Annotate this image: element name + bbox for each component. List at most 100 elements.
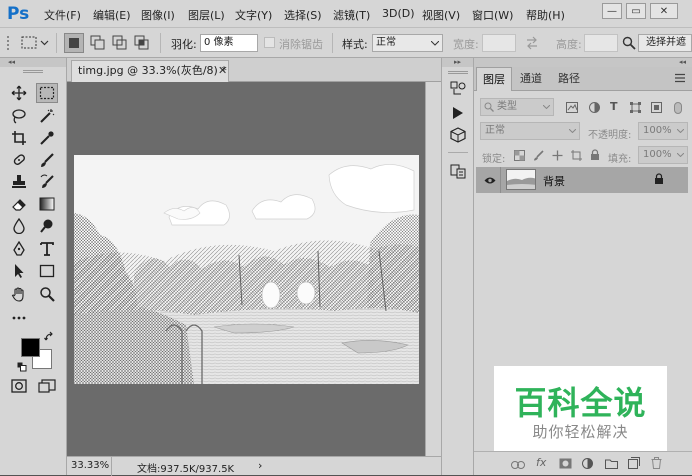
- intersect-selection-icon[interactable]: [132, 33, 152, 53]
- eraser-tool-icon[interactable]: [8, 194, 30, 214]
- gradient-tool-icon[interactable]: [36, 194, 58, 214]
- filter-type-icon[interactable]: T: [610, 100, 618, 113]
- swap-arrows-icon[interactable]: [525, 36, 539, 50]
- default-colors-icon[interactable]: [17, 362, 27, 372]
- new-group-icon[interactable]: [605, 458, 618, 472]
- brush-tool-icon[interactable]: [36, 150, 58, 170]
- menu-view[interactable]: 视图(V): [422, 7, 460, 23]
- filter-pixel-icon[interactable]: [566, 102, 578, 116]
- canvas-image[interactable]: [74, 155, 419, 384]
- width-input[interactable]: [482, 34, 516, 52]
- pen-tool-icon[interactable]: [8, 239, 30, 259]
- dock-collapse-handle[interactable]: ▸▸: [442, 58, 473, 67]
- marquee-tool-icon[interactable]: [36, 83, 58, 103]
- filter-toggle-switch[interactable]: [674, 102, 682, 114]
- lock-artboard-icon[interactable]: [571, 150, 582, 164]
- delete-layer-icon[interactable]: [651, 457, 662, 472]
- menu-file[interactable]: 文件(F): [44, 7, 81, 23]
- dodge-tool-icon[interactable]: [36, 216, 58, 236]
- visibility-eye-icon[interactable]: [484, 175, 496, 188]
- close-tab-icon[interactable]: ✕: [218, 61, 227, 81]
- restore-button[interactable]: ▭: [626, 3, 646, 19]
- magic-wand-tool-icon[interactable]: [36, 106, 58, 126]
- fill-input[interactable]: 100%: [638, 146, 688, 164]
- status-menu-arrow[interactable]: ›: [258, 459, 262, 472]
- blur-tool-icon[interactable]: [8, 216, 30, 236]
- new-layer-icon[interactable]: [628, 457, 640, 472]
- lock-pixels-icon[interactable]: [533, 150, 544, 164]
- blend-mode-select[interactable]: 正常: [480, 122, 580, 140]
- tab-channels[interactable]: 通道: [514, 67, 548, 91]
- layers-panel-collapse[interactable]: ◂◂: [474, 58, 692, 67]
- select-and-mask-button[interactable]: 选择并遮: [638, 34, 692, 52]
- tool-preset-picker[interactable]: [20, 34, 50, 52]
- filter-smart-object-icon[interactable]: [651, 102, 662, 116]
- document-tab[interactable]: timg.jpg @ 33.3%(灰色/8) * ✕: [71, 60, 229, 82]
- adjustment-layer-icon[interactable]: [582, 458, 593, 472]
- height-input[interactable]: [584, 34, 618, 52]
- properties-panel-icon[interactable]: [449, 162, 467, 180]
- layer-style-fx-icon[interactable]: fx: [536, 456, 546, 469]
- menu-edit[interactable]: 编辑(E): [93, 7, 131, 23]
- lock-transparent-icon[interactable]: [514, 150, 525, 164]
- filter-adjustment-icon[interactable]: [589, 102, 600, 116]
- actions-play-icon[interactable]: [449, 104, 467, 122]
- healing-brush-tool-icon[interactable]: [8, 150, 30, 170]
- close-window-button[interactable]: ✕: [650, 3, 678, 19]
- filter-kind-select[interactable]: 类型: [480, 98, 554, 116]
- separator: [160, 33, 161, 53]
- swap-colors-icon[interactable]: [44, 331, 56, 343]
- crop-tool-icon[interactable]: [8, 128, 30, 148]
- layer-name[interactable]: 背景: [543, 173, 565, 189]
- menu-image[interactable]: 图像(I): [141, 7, 175, 23]
- tab-layers[interactable]: 图层: [476, 67, 512, 91]
- lock-all-icon[interactable]: [590, 149, 600, 164]
- style-select[interactable]: 正常: [372, 34, 443, 52]
- history-brush-tool-icon[interactable]: [36, 172, 58, 192]
- chevron-down-icon: [431, 41, 439, 46]
- panel-menu-icon[interactable]: [674, 73, 686, 86]
- panel-collapse-handle[interactable]: ◂◂: [0, 58, 66, 67]
- menu-window[interactable]: 窗口(W): [472, 7, 513, 23]
- menu-3d[interactable]: 3D(D): [382, 7, 415, 20]
- zoom-tool-icon[interactable]: [36, 284, 58, 304]
- add-to-selection-icon[interactable]: [88, 33, 108, 53]
- menu-filter[interactable]: 滤镜(T): [333, 7, 370, 23]
- menu-help[interactable]: 帮助(H): [526, 7, 565, 23]
- zoom-level[interactable]: 33.33%: [71, 460, 109, 471]
- screen-mode-icon[interactable]: [36, 376, 58, 396]
- type-tool-icon[interactable]: [36, 239, 58, 259]
- path-selection-tool-icon[interactable]: [8, 261, 30, 281]
- eyedropper-tool-icon[interactable]: [36, 128, 58, 148]
- clone-stamp-tool-icon[interactable]: [8, 172, 30, 192]
- document-info: 文档:937.5K/937.5K: [137, 464, 235, 475]
- menu-select[interactable]: 选择(S): [284, 7, 322, 23]
- lock-fill-row: 锁定: 填充: 100%: [474, 144, 692, 168]
- filter-shape-icon[interactable]: [630, 102, 641, 116]
- feather-input[interactable]: 0 像素: [200, 34, 258, 52]
- lock-position-icon[interactable]: [552, 150, 563, 164]
- minimize-button[interactable]: —: [602, 3, 622, 19]
- subtract-from-selection-icon[interactable]: [110, 33, 130, 53]
- document-tab-title: timg.jpg @ 33.3%(灰色/8) *: [78, 64, 227, 77]
- 3d-panel-icon[interactable]: [449, 126, 467, 144]
- link-layers-icon[interactable]: [511, 459, 525, 472]
- history-panel-icon[interactable]: [449, 80, 467, 98]
- menu-layer[interactable]: 图层(L): [188, 7, 225, 23]
- menu-type[interactable]: 文字(Y): [235, 7, 272, 23]
- vertical-scrollbar[interactable]: [425, 82, 441, 456]
- layer-row-background[interactable]: 背景: [476, 167, 688, 193]
- rectangle-tool-icon[interactable]: [36, 261, 58, 281]
- tab-paths[interactable]: 路径: [552, 67, 586, 91]
- lasso-tool-icon[interactable]: [8, 106, 30, 126]
- antialias-checkbox[interactable]: [264, 37, 275, 48]
- foreground-color-swatch[interactable]: [21, 338, 40, 357]
- more-tools-icon[interactable]: [8, 308, 30, 328]
- move-tool-icon[interactable]: [8, 83, 30, 103]
- opacity-input[interactable]: 100%: [638, 122, 688, 140]
- chevron-down-icon: [677, 153, 684, 157]
- add-mask-icon[interactable]: [559, 458, 572, 472]
- quick-mask-icon[interactable]: [8, 376, 30, 396]
- new-selection-icon[interactable]: [64, 33, 84, 53]
- hand-tool-icon[interactable]: [8, 284, 30, 304]
